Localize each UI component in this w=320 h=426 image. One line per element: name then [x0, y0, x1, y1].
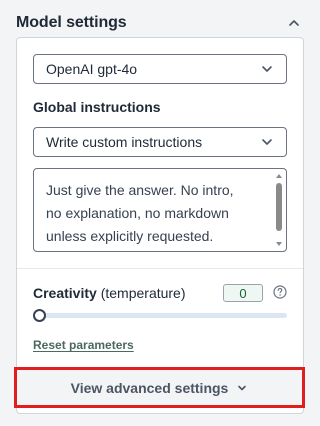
slider-track	[33, 313, 287, 318]
instructions-textarea[interactable]: Just give the answer. No intro, no expla…	[33, 168, 287, 252]
creativity-title: Creativity	[33, 285, 97, 301]
instructions-select[interactable]: Write custom instructions	[33, 127, 287, 157]
instructions-select-value: Write custom instructions	[46, 134, 203, 150]
section-title: Model settings	[16, 14, 127, 31]
model-settings-header: Model settings	[16, 10, 304, 36]
advanced-settings-label: View advanced settings	[70, 379, 229, 396]
temperature-slider[interactable]	[33, 309, 287, 322]
model-select[interactable]: OpenAI gpt-4o	[33, 54, 287, 84]
chevron-down-icon	[262, 139, 272, 145]
divider	[17, 268, 303, 269]
chevron-down-icon	[238, 385, 247, 390]
question-circle-icon[interactable]	[273, 285, 287, 299]
scroll-thumb[interactable]	[276, 183, 282, 231]
reset-parameters-link[interactable]: Reset parameters	[33, 338, 134, 352]
model-select-value: OpenAI gpt-4o	[46, 61, 138, 77]
chevron-up-icon	[289, 20, 299, 26]
chevron-down-icon	[262, 66, 272, 72]
creativity-sublabel: (temperature)	[100, 285, 186, 301]
scroll-up-arrow-icon[interactable]	[275, 172, 283, 180]
global-instructions-label: Global instructions	[33, 99, 161, 115]
settings-panel: OpenAI gpt-4o Global instructions Write …	[16, 37, 304, 414]
creativity-label: Creativity (temperature)	[33, 285, 186, 301]
collapse-button[interactable]	[284, 13, 304, 33]
instructions-text: Just give the answer. No intro, no expla…	[46, 182, 234, 244]
slider-thumb[interactable]	[33, 309, 46, 322]
temperature-input[interactable]: 0	[223, 284, 263, 302]
scroll-down-arrow-icon[interactable]	[275, 240, 283, 248]
view-advanced-settings-button[interactable]: View advanced settings	[14, 367, 305, 408]
textarea-scrollbar[interactable]	[274, 171, 284, 249]
